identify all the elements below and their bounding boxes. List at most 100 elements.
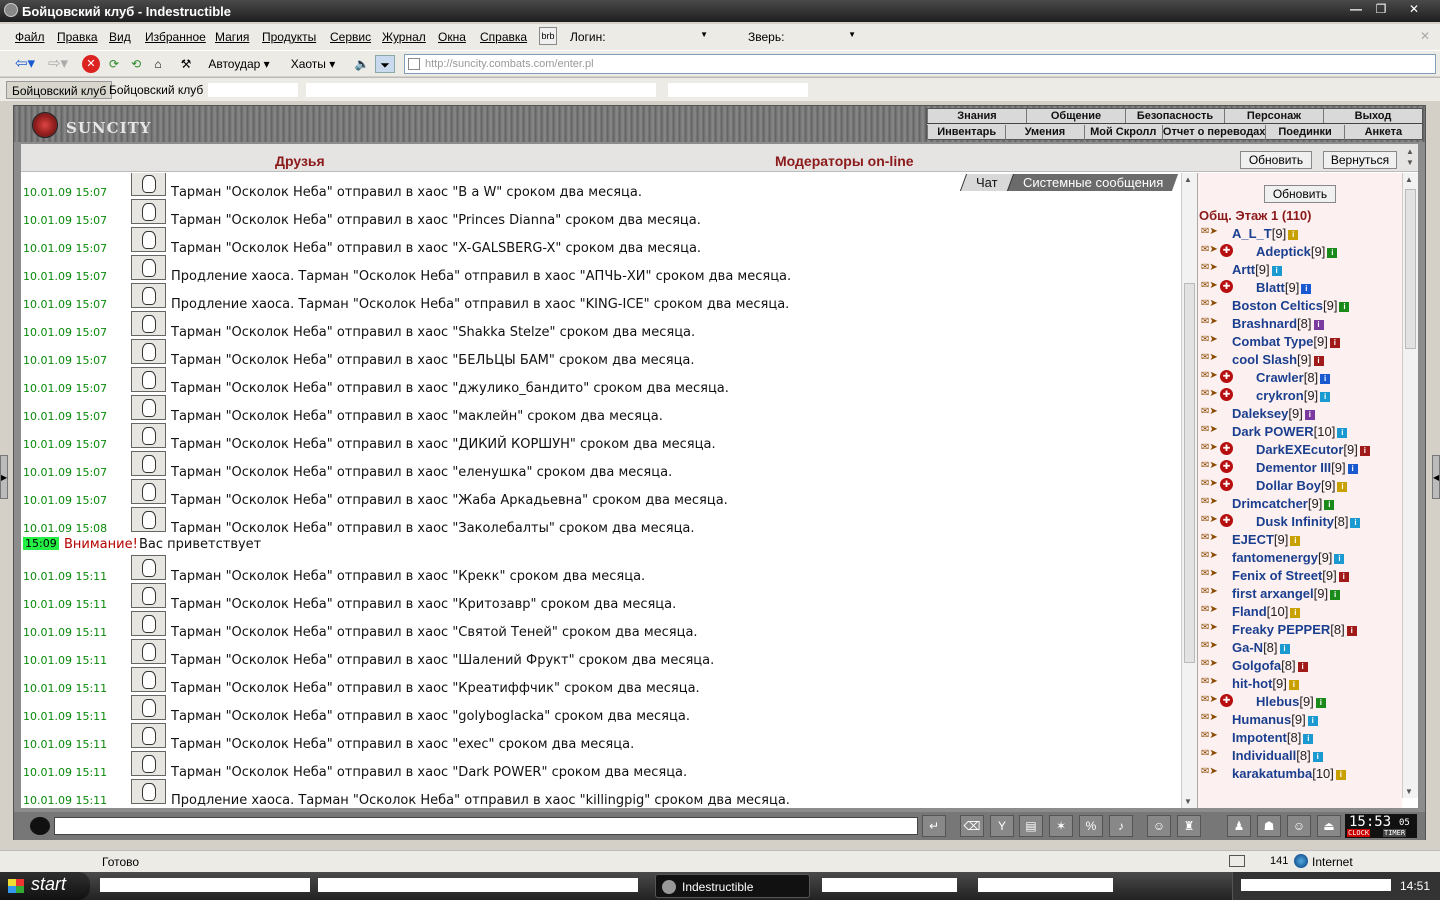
user-name-link[interactable]: Hlebus[9] i: [1256, 694, 1326, 709]
moderator-avatar-icon[interactable]: [131, 507, 166, 532]
moderator-avatar-icon[interactable]: [131, 779, 166, 804]
moderator-avatar-icon[interactable]: [131, 639, 166, 664]
scroll-thumb[interactable]: [1184, 283, 1195, 663]
back-arrow-icon[interactable]: ⇦▾: [10, 55, 40, 73]
nav-character[interactable]: Персонаж: [1224, 109, 1323, 123]
private-message-icon[interactable]: ✉➤: [1201, 694, 1219, 708]
info-icon[interactable]: i: [1301, 283, 1312, 294]
chat-head-icon[interactable]: [30, 817, 50, 835]
refresh-button[interactable]: Обновить: [1240, 151, 1312, 169]
start-button[interactable]: start: [0, 872, 90, 900]
private-message-icon[interactable]: ✉➤: [1201, 640, 1219, 654]
moderator-avatar-icon[interactable]: [131, 723, 166, 748]
nav-transfer-report[interactable]: Отчет о переводах: [1161, 125, 1265, 140]
timer-label[interactable]: TIMER: [1383, 829, 1407, 837]
info-icon[interactable]: i: [1288, 679, 1299, 690]
private-message-icon[interactable]: ✉➤: [1201, 424, 1219, 438]
tab-fight-club-1[interactable]: Бойцовский клуб: [6, 81, 113, 99]
private-message-icon[interactable]: ✉➤: [1201, 676, 1219, 690]
private-message-icon[interactable]: ✉➤: [1201, 298, 1219, 312]
left-side-grip[interactable]: ▶: [0, 455, 8, 499]
maximize-button[interactable]: ❐: [1371, 2, 1391, 18]
info-icon[interactable]: i: [1337, 481, 1348, 492]
user-name-link[interactable]: crykron[9] i: [1256, 388, 1331, 403]
nav-profile[interactable]: Анкета: [1343, 125, 1422, 140]
user-name-link[interactable]: Combat Type[9] i: [1232, 334, 1340, 349]
people-icon[interactable]: ☺: [1287, 815, 1311, 837]
moderator-avatar-icon[interactable]: [131, 227, 166, 252]
right-side-grip[interactable]: ◀: [1432, 455, 1440, 499]
moderator-avatar-icon[interactable]: [131, 283, 166, 308]
filter-icon[interactable]: ⏷: [375, 55, 395, 73]
private-message-icon[interactable]: ✉➤: [1201, 388, 1219, 402]
moderator-avatar-icon[interactable]: [131, 479, 166, 504]
info-icon[interactable]: i: [1304, 409, 1315, 420]
user-name-link[interactable]: DarkEXEcutor[9] i: [1256, 442, 1370, 457]
exit-icon[interactable]: ⏏: [1317, 815, 1341, 837]
close-button[interactable]: ✕: [1404, 2, 1424, 18]
info-icon[interactable]: i: [1334, 553, 1345, 564]
nav-my-scroll[interactable]: Мой Скролл: [1083, 125, 1162, 140]
user-name-link[interactable]: Crawler[8] i: [1256, 370, 1331, 385]
private-message-icon[interactable]: ✉➤: [1201, 730, 1219, 744]
home-icon[interactable]: ⌂: [150, 55, 166, 73]
scroll-down-icon[interactable]: ▼: [1405, 787, 1413, 796]
private-message-icon[interactable]: ✉➤: [1201, 550, 1219, 564]
tools-icon[interactable]: ⚒: [176, 55, 196, 73]
private-message-icon[interactable]: ✉➤: [1201, 370, 1219, 384]
info-icon[interactable]: i: [1347, 463, 1358, 474]
eraser-icon[interactable]: ⌫: [960, 815, 984, 837]
user-name-link[interactable]: Artt[9] i: [1232, 262, 1282, 277]
menu-windows[interactable]: Окна: [438, 30, 466, 44]
nav-inventory[interactable]: Инвентарь: [927, 125, 1005, 140]
info-icon[interactable]: i: [1315, 697, 1326, 708]
save-icon[interactable]: ▤: [1019, 815, 1043, 837]
sound-icon[interactable]: 🔈: [352, 55, 372, 73]
user-name-link[interactable]: Golgofa[8] i: [1232, 658, 1308, 673]
user-name-link[interactable]: Impotent[8] i: [1232, 730, 1314, 745]
user-name-link[interactable]: karakatumba[10] i: [1232, 766, 1346, 781]
private-message-icon[interactable]: ✉➤: [1201, 478, 1219, 492]
info-icon[interactable]: i: [1324, 499, 1335, 510]
user-name-link[interactable]: Daleksey[9] i: [1232, 406, 1315, 421]
moderator-avatar-icon[interactable]: [131, 311, 166, 336]
tab-system-messages[interactable]: Системные сообщения: [1006, 174, 1179, 191]
chat-input[interactable]: [54, 817, 918, 835]
user-name-link[interactable]: cool Slash[9] i: [1232, 352, 1324, 367]
clock-label[interactable]: CLOCK: [1347, 829, 1371, 837]
moderator-avatar-icon[interactable]: [131, 667, 166, 692]
private-message-icon[interactable]: ✉➤: [1201, 406, 1219, 420]
private-message-icon[interactable]: ✉➤: [1201, 460, 1219, 474]
private-message-icon[interactable]: ✉➤: [1201, 568, 1219, 582]
moderator-avatar-icon[interactable]: [131, 555, 166, 580]
moderator-avatar-icon[interactable]: [131, 423, 166, 448]
fighter-icon[interactable]: ✶: [1049, 815, 1073, 837]
private-message-icon[interactable]: ✉➤: [1201, 442, 1219, 456]
private-message-icon[interactable]: ✉➤: [1201, 334, 1219, 348]
nav-skills[interactable]: Умения: [1005, 125, 1083, 140]
forward-arrow-icon[interactable]: ⇨▾: [44, 55, 72, 73]
moderator-avatar-icon[interactable]: [131, 173, 166, 196]
pet-combo[interactable]: Зверь: ▼: [748, 28, 858, 46]
user-name-link[interactable]: Brashnard[8] i: [1232, 316, 1324, 331]
info-icon[interactable]: i: [1320, 373, 1331, 384]
info-icon[interactable]: i: [1320, 391, 1331, 402]
user-name-link[interactable]: A_L_T[9] i: [1232, 226, 1299, 241]
user-name-link[interactable]: Dementor III[9] i: [1256, 460, 1358, 475]
private-message-icon[interactable]: ✉➤: [1201, 316, 1219, 330]
user-name-link[interactable]: fantomenergy[9] i: [1232, 550, 1345, 565]
nav-security[interactable]: Безопасность: [1125, 109, 1224, 123]
private-message-icon[interactable]: ✉➤: [1201, 514, 1219, 528]
bag-icon[interactable]: ♟: [1227, 815, 1251, 837]
moderators-link[interactable]: Модераторы on-line: [775, 153, 914, 169]
private-message-icon[interactable]: ✉➤: [1201, 748, 1219, 762]
send-icon[interactable]: ↵: [922, 815, 946, 837]
info-icon[interactable]: i: [1312, 751, 1323, 762]
moderator-avatar-icon[interactable]: [131, 695, 166, 720]
online-refresh-button[interactable]: Обновить: [1264, 185, 1336, 203]
scroll-up-icon[interactable]: ▲: [1405, 175, 1413, 184]
user-name-link[interactable]: hit-hot[9] i: [1232, 676, 1299, 691]
info-icon[interactable]: i: [1330, 589, 1341, 600]
user-name-link[interactable]: Ga-N[8] i: [1232, 640, 1290, 655]
back-button[interactable]: Вернуться: [1323, 151, 1397, 169]
